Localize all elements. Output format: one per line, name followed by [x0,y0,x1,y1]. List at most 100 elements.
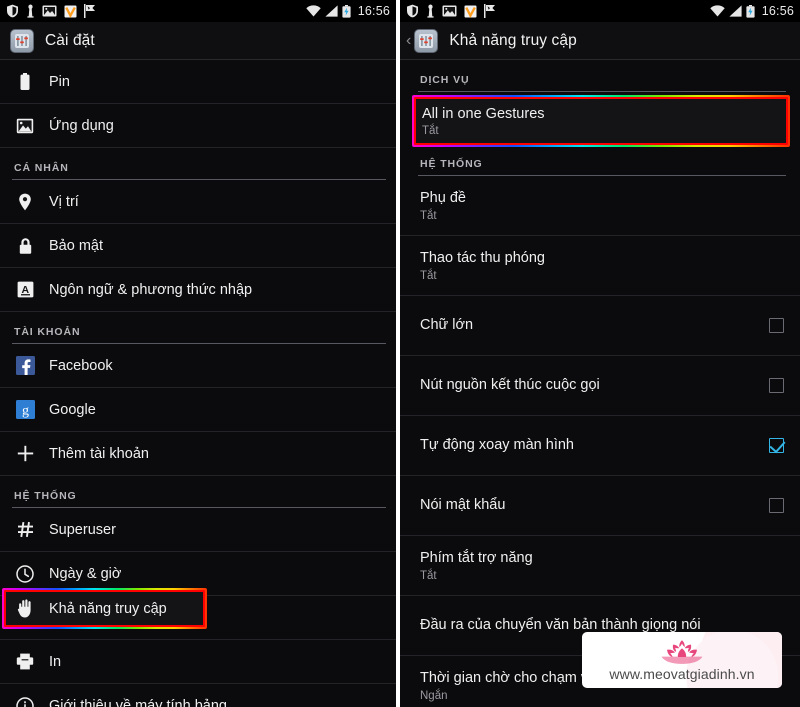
list-item-chu-lon[interactable]: Chữ lớn [400,296,800,356]
checkbox-nut-nguon[interactable] [769,378,784,393]
list-item-noi-mat-khau[interactable]: Nói mật khẩu [400,476,800,536]
battery-charging-icon [746,4,755,18]
facebook-icon [14,355,36,377]
list-item-phim-tat-tro-nang[interactable]: Phím tắt trợ năng Tắt [400,536,800,596]
accessibility-list: DỊCH VỤ All in one Gestures Tắt HỆ THỐNG [400,60,800,707]
watermark-text: www.meovatgiadinh.vn [609,665,755,682]
status-bar-right: 16:56 [400,0,800,22]
status-time: 16:56 [357,4,390,18]
dual-screenshot: 16:56 Cài đặt Pin Ứng dụng CÁ NHÂN Vị tr… [0,0,800,707]
tower-icon [427,4,434,18]
list-item-label: Vị trí [49,193,79,210]
status-icons-left [406,4,496,18]
list-item-superuser[interactable]: Superuser [0,508,396,552]
list-item-them-tai-khoan[interactable]: Thêm tài khoản [0,432,396,476]
list-item-label: Phụ đề [420,189,466,206]
list-item-google[interactable]: g Google [0,388,396,432]
list-item-bao-mat[interactable]: Bảo mật [0,224,396,268]
list-item-label: Giới thiệu về máy tính bảng [49,697,227,707]
list-item-tu-dong-xoay-man-hinh[interactable]: Tự động xoay màn hình [400,416,800,476]
shield-icon [7,4,18,18]
highlight-content-kha-nang-truy-cap[interactable]: Khả năng truy cập [2,588,207,629]
signal-icon [325,5,338,17]
list-item-label: Bảo mật [49,237,103,254]
list-item-label: Thêm tài khoản [49,445,149,462]
battery-charging-icon [342,4,351,18]
checkbox-noi-mat-khau[interactable] [769,498,784,513]
battery-icon [14,71,36,93]
list-item-label: Thao tác thu phóng [420,249,545,266]
checkbox-chu-lon[interactable] [769,318,784,333]
hand-icon [14,598,36,620]
tower-icon [27,4,34,18]
list-item-sub: Tắt [422,124,439,137]
list-item-label: Ngôn ngữ & phương thức nhập [49,281,253,298]
list-item-ung-dung[interactable]: Ứng dụng [0,104,396,148]
list-item-nut-nguon-ket-thuc-cuoc-goi[interactable]: Nút nguồn kết thúc cuộc gọi [400,356,800,416]
status-time: 16:56 [761,4,794,18]
list-item-label: Nói mật khẩu [420,497,506,514]
status-icons-right: 16:56 [710,4,794,18]
status-bar-left: 16:56 [0,0,396,22]
list-item-thao-tac-thu-phong[interactable]: Thao tác thu phóng Tắt [400,236,800,296]
list-item-gioi-thieu[interactable]: Giới thiệu về máy tính bảng [0,684,396,707]
left-phone-screen: 16:56 Cài đặt Pin Ứng dụng CÁ NHÂN Vị tr… [0,0,396,707]
list-item-sub: Tắt [420,210,437,223]
list-item-facebook[interactable]: Facebook [0,344,396,388]
page-title: Cài đặt [45,31,95,49]
svg-text:g: g [22,404,29,419]
list-item-phu-de[interactable]: Phụ đề Tắt [400,176,800,236]
checkmark-v-icon [64,5,77,18]
list-item-label: Chữ lớn [420,317,474,334]
info-icon [14,695,36,707]
section-header-ca-nhan: CÁ NHÂN [14,162,69,174]
signal-icon [729,5,742,17]
section-header-tai-khoan: TÀI KHOẢN [14,326,81,338]
lotus-flower-icon [661,639,703,664]
page-title: Khả năng truy cập [449,31,577,49]
list-item-pin[interactable]: Pin [0,60,396,104]
section-header-he-thong: HỆ THỐNG [14,490,77,502]
printer-icon [14,651,36,673]
list-item-ngon-ngu[interactable]: A Ngôn ngữ & phương thức nhập [0,268,396,312]
location-pin-icon [14,191,36,213]
right-phone-screen: 16:56 ‹ Khả năng truy cập DỊCH VỤ All in… [400,0,800,707]
watermark: www.meovatgiadinh.vn [582,632,782,688]
list-item-sub: Tắt [420,270,437,283]
section-header-dich-vu: DỊCH VỤ [420,74,470,86]
back-caret-icon[interactable]: ‹ [404,32,414,49]
wifi-icon [710,5,725,17]
settings-sliders-icon [10,28,34,53]
list-item-label: Superuser [49,521,116,538]
action-bar-left: Cài đặt [0,22,396,60]
list-item-label: Nút nguồn kết thúc cuộc gọi [420,377,600,394]
list-item-label: Ứng dụng [49,117,114,134]
list-item-label: All in one Gestures [422,105,545,122]
flag-icon [84,4,95,18]
keyboard-a-icon: A [14,279,36,301]
list-item-label: Phím tắt trợ năng [420,549,533,566]
list-item-all-in-one-gestures[interactable]: All in one Gestures Tắt [412,95,790,147]
settings-sliders-icon [414,28,439,53]
checkmark-v-icon [464,5,477,18]
plus-icon [14,443,36,465]
checkbox-tu-dong-xoay[interactable] [769,438,784,453]
list-item-label: Google [49,401,96,418]
svg-text:A: A [21,284,29,296]
status-icons-left [6,4,96,18]
list-item-sub: Ngắn [420,690,448,703]
wifi-icon [306,5,321,17]
picture-icon [42,5,57,17]
lock-icon [14,235,36,257]
list-item-label: Pin [49,73,70,90]
action-bar-right: ‹ Khả năng truy cập [400,22,800,60]
status-icons-right: 16:56 [306,4,390,18]
list-item-vi-tri[interactable]: Vị trí [0,180,396,224]
list-item-label: Facebook [49,357,113,374]
section-divider [418,91,786,92]
list-item-in[interactable]: In [0,640,396,684]
highlight-label: Khả năng truy cập [49,600,167,617]
shield-icon [407,4,418,18]
section-header-he-thong: HỆ THỐNG [420,158,483,170]
flag-icon [484,4,495,18]
